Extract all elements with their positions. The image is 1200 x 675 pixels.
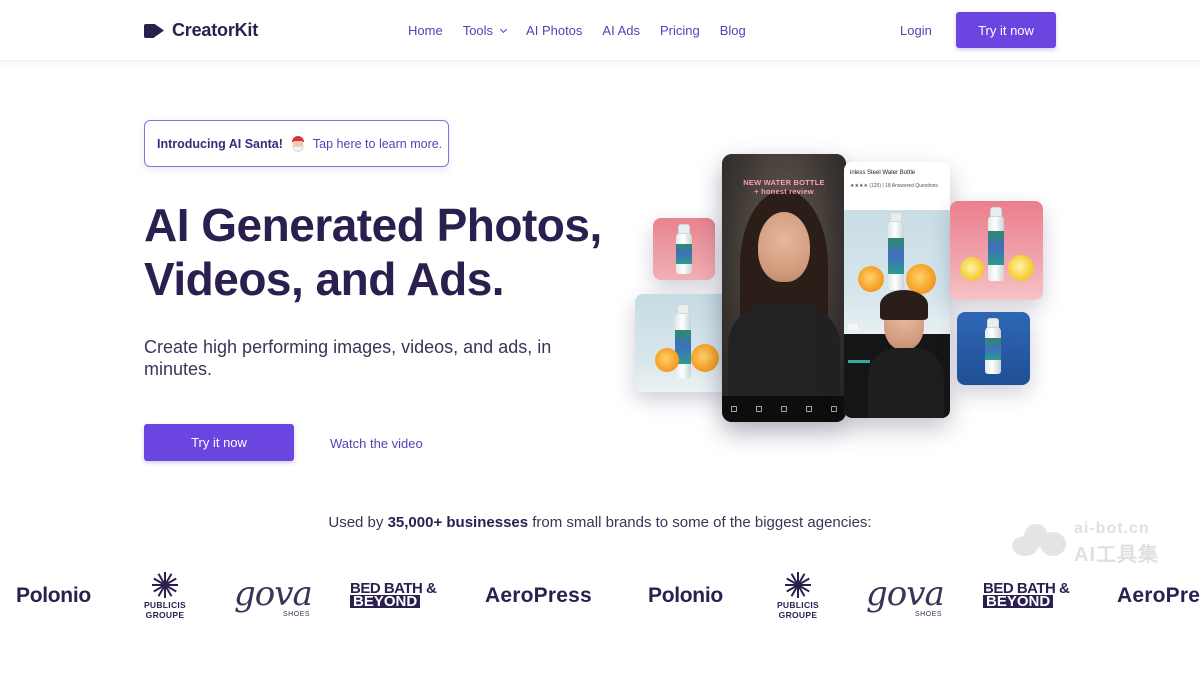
- publicis-line-1: PUBLICIS: [143, 600, 187, 610]
- creatorkit-logo-icon: [144, 23, 164, 38]
- product-rating: ★★★★ (125) | 18 Answered Questions: [850, 183, 938, 189]
- logo-polonio: Polonio: [16, 584, 91, 607]
- gova-subtitle: SHOES: [282, 611, 310, 618]
- logo-bed-bath-beyond: BED BATH & BEYOND: [350, 581, 437, 609]
- publicis-lion-icon: [783, 572, 813, 598]
- logo-bed-bath-beyond-repeat: BED BATH & BEYOND: [983, 581, 1070, 609]
- gova-wordmark: gova: [234, 574, 313, 614]
- watermark-domain: ai-bot.cn: [1074, 520, 1150, 537]
- collage-product-page: inless Steel Water Bottle ★★★★ (125) | 1…: [844, 162, 950, 418]
- nav-try-it-now-button[interactable]: Try it now: [956, 12, 1056, 48]
- gova-wordmark: gova: [866, 574, 945, 614]
- nav-link-blog[interactable]: Blog: [720, 23, 746, 38]
- logo-aeropress-cut: AeroPre: [1117, 584, 1200, 607]
- phone-caption-line-2: + honest review: [754, 187, 814, 196]
- publicis-line-1: PUBLICIS: [776, 600, 820, 610]
- watermark-cloud-icon: [1012, 522, 1068, 556]
- bbb-line-2: BEYOND: [983, 594, 1054, 609]
- social-proof-suffix: from small brands to some of the biggest…: [532, 514, 872, 531]
- nav-link-tools[interactable]: Tools: [462, 23, 508, 38]
- announcement-title: Introducing AI Santa!: [157, 136, 283, 151]
- publicis-lion-icon: [150, 572, 180, 598]
- product-price: 69: [848, 322, 859, 332]
- collage-bottle-oranges-image: [635, 294, 733, 392]
- logo-publicis-groupe: PUBLICIS GROUPE: [137, 572, 193, 620]
- watch-video-link[interactable]: Watch the video: [330, 436, 423, 451]
- chevron-down-icon: [500, 25, 508, 33]
- collage-blue-bottle-image: [957, 312, 1030, 385]
- bbb-line-2: BEYOND: [350, 594, 421, 609]
- brand-logo[interactable]: CreatorKit: [144, 20, 258, 41]
- nav-link-home[interactable]: Home: [408, 23, 443, 38]
- logo-polonio-repeat: Polonio: [648, 584, 723, 607]
- nav-link-pricing[interactable]: Pricing: [660, 23, 700, 38]
- headline-line-1: AI Generated Photos,: [144, 199, 602, 251]
- logo-gova-shoes: gova SHOES: [234, 574, 313, 618]
- nav-link-ai-photos[interactable]: AI Photos: [526, 23, 582, 38]
- ai-santa-announcement[interactable]: Introducing AI Santa! Tap here to learn …: [144, 120, 449, 167]
- publicis-line-2: GROUPE: [145, 610, 185, 620]
- logo-aeropress: AeroPress: [485, 584, 592, 607]
- collage-bottle-lemons-image: [950, 201, 1043, 300]
- logo-publicis-groupe-repeat: PUBLICIS GROUPE: [770, 572, 826, 620]
- brand-name: CreatorKit: [172, 20, 259, 40]
- top-navbar: CreatorKit Home Tools AI Photos AI Ads P…: [0, 0, 1200, 61]
- gova-subtitle: SHOES: [914, 611, 942, 618]
- watermark-name: AI工具集: [1074, 544, 1159, 566]
- site-watermark: ai-bot.cn AI工具集: [1010, 518, 1190, 566]
- nav-tools-label: Tools: [462, 23, 494, 38]
- collage-phone-video: NEW WATER BOTTLE + honest review: [722, 154, 846, 422]
- client-logo-strip: Polonio PUBLICIS GROUPE gova SHOES BED B…: [0, 566, 1200, 626]
- logo-gova-shoes-repeat: gova SHOES: [866, 574, 945, 618]
- santa-emoji-icon: [290, 135, 306, 152]
- nav-link-ai-ads[interactable]: AI Ads: [602, 23, 640, 38]
- hero-headline: AI Generated Photos, Videos, and Ads.: [144, 198, 624, 306]
- hero-subheading: Create high performing images, videos, a…: [144, 337, 552, 379]
- social-proof-prefix: Used by: [328, 514, 384, 531]
- collage-pink-bottle-image: [653, 218, 715, 280]
- social-proof-count: 35,000+ businesses: [387, 514, 529, 531]
- product-title: inless Steel Water Bottle: [850, 170, 916, 176]
- phone-caption-line-1: NEW WATER BOTTLE: [743, 178, 825, 187]
- publicis-line-2: GROUPE: [778, 610, 818, 620]
- hero-try-it-now-button[interactable]: Try it now: [144, 424, 294, 461]
- main-nav: Home Tools AI Photos AI Ads Pricing Blog: [408, 23, 746, 38]
- login-link[interactable]: Login: [900, 23, 932, 38]
- phone-tab-bar: [722, 396, 846, 422]
- announcement-text: Tap here to learn more.: [312, 136, 443, 151]
- headline-line-2: Videos, and Ads.: [144, 253, 505, 305]
